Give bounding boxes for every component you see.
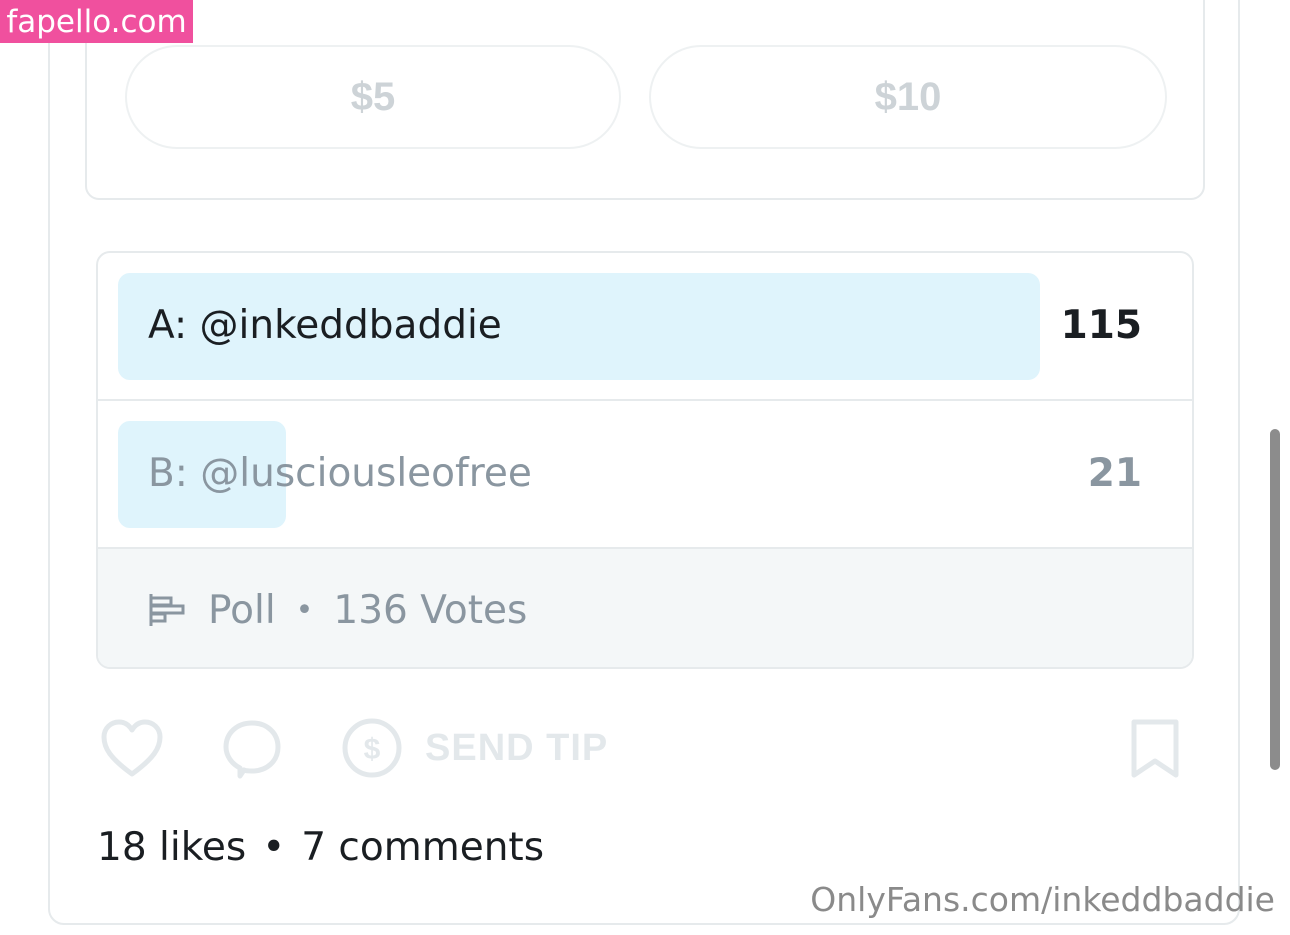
poll-option-b[interactable]: B: @lusciousleofree 21 — [98, 399, 1192, 547]
tip-amount-5-button[interactable]: $5 — [125, 45, 621, 149]
svg-text:$: $ — [364, 733, 381, 766]
poll-votes-label: 136 Votes — [333, 587, 528, 633]
tip-amount-10-button[interactable]: $10 — [649, 45, 1167, 149]
send-tip-label: SEND TIP — [425, 726, 609, 769]
dollar-circle-icon: $ — [342, 718, 402, 778]
source-watermark: OnlyFans.com/inkeddbaddie — [810, 880, 1275, 919]
poll-option-b-count: 21 — [1087, 451, 1142, 496]
comment-button[interactable] — [222, 718, 282, 780]
separator-dot: • — [262, 825, 286, 870]
separator-dot: • — [295, 592, 314, 628]
poll-option-a[interactable]: A: @inkeddbaddie 115 — [98, 253, 1192, 399]
poll-footer: Poll • 136 Votes — [98, 547, 1192, 667]
heart-icon — [101, 719, 163, 777]
tip-panel: $5 $10 — [85, 0, 1205, 200]
bookmark-button[interactable] — [1128, 718, 1182, 780]
bookmark-icon — [1131, 719, 1179, 778]
poll-option-a-count: 115 — [1060, 303, 1142, 348]
comments-count[interactable]: 7 comments — [301, 820, 544, 876]
poll-type-label: Poll — [208, 587, 276, 633]
like-button[interactable] — [100, 718, 164, 780]
poll-option-b-label: B: @lusciousleofree — [148, 451, 532, 496]
poll-option-a-label: A: @inkeddbaddie — [148, 303, 502, 348]
site-watermark: fapello.com — [0, 0, 193, 43]
post-stats: 18 likes • 7 comments — [97, 820, 544, 876]
comment-icon — [223, 720, 281, 779]
poll: A: @inkeddbaddie 115 B: @lusciousleofree… — [96, 251, 1194, 669]
poll-icon — [149, 594, 185, 626]
likes-count[interactable]: 18 likes — [97, 820, 246, 876]
send-tip-button[interactable]: $ SEND TIP — [341, 717, 608, 779]
scrollbar-thumb[interactable] — [1270, 429, 1280, 770]
